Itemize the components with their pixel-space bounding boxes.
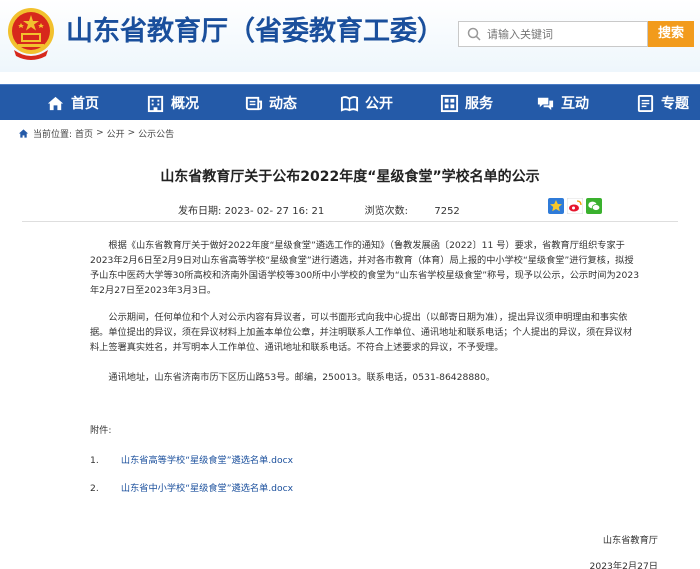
home-icon bbox=[47, 96, 64, 110]
site-title[interactable]: 山东省教育厅（省委教育工委） bbox=[66, 14, 444, 50]
breadcrumb-sep: > bbox=[127, 128, 136, 138]
chat-icon bbox=[537, 97, 554, 110]
wechat-share-icon[interactable] bbox=[586, 198, 602, 214]
paragraph-2: 公示期间，任何单位和个人对公示内容有异议者，可以书面形式向我中心提出（以邮寄日期… bbox=[90, 312, 633, 353]
search-input[interactable] bbox=[487, 22, 645, 46]
nav-label: 动态 bbox=[269, 96, 297, 112]
national-emblem-icon bbox=[8, 8, 54, 60]
book-icon bbox=[340, 95, 359, 112]
publish-label: 发布日期: bbox=[178, 206, 222, 217]
news-icon bbox=[245, 96, 263, 110]
attachment-link[interactable]: 山东省高等学校“星级食堂”遴选名单.docx bbox=[121, 455, 293, 466]
nav-item-overview[interactable]: 概况 bbox=[146, 85, 199, 121]
views-count: 7252 bbox=[434, 206, 460, 217]
views-label: 浏览次数: bbox=[364, 206, 408, 217]
nav-item-interact[interactable]: 互动 bbox=[536, 85, 589, 121]
breadcrumb-prefix: 当前位置: bbox=[33, 129, 73, 140]
attachment-item[interactable]: 1. 山东省高等学校“星级食堂”遴选名单.docx bbox=[90, 452, 293, 466]
breadcrumb-sep: > bbox=[96, 128, 104, 138]
article-meta: 发布日期: 2023- 02- 27 16: 21 浏览次数: 7252 bbox=[178, 202, 460, 217]
attachment-number: 1. bbox=[90, 455, 99, 466]
nav-item-news[interactable]: 动态 bbox=[244, 85, 297, 121]
grid-icon bbox=[440, 94, 459, 112]
nav-item-service[interactable]: 服务 bbox=[440, 85, 493, 121]
nav-label: 互动 bbox=[561, 96, 589, 112]
attachment-number: 2. bbox=[90, 483, 99, 494]
nav-label: 专题 bbox=[661, 96, 689, 112]
article-content: 山东省教育厅关于公布2022年度“星级食堂”学校名单的公示 发布日期: 2023… bbox=[10, 146, 690, 569]
breadcrumb-item-home[interactable]: 首页 bbox=[75, 127, 93, 140]
paragraph-3: 通讯地址，山东省济南市历下区历山路53号。邮编，250013。联系电话，0531… bbox=[108, 372, 496, 383]
main-nav: 首页 概况 动态 公开 服务 互动 专题 bbox=[0, 84, 700, 120]
breadcrumb-item-public[interactable]: 公开 bbox=[107, 127, 125, 140]
home-icon bbox=[18, 128, 29, 138]
weibo-share-icon[interactable] bbox=[567, 198, 583, 214]
attachment-item[interactable]: 2. 山东省中小学校“星级食堂”遴选名单.docx bbox=[90, 480, 293, 494]
nav-label: 概况 bbox=[171, 96, 199, 112]
nav-item-topic[interactable]: 专题 bbox=[636, 85, 689, 121]
nav-label: 服务 bbox=[465, 96, 493, 112]
share-bar bbox=[548, 198, 605, 214]
search-box[interactable] bbox=[458, 21, 648, 47]
site-header: 山东省教育厅（省委教育工委） 搜索 bbox=[0, 0, 700, 72]
article-title: 山东省教育厅关于公布2022年度“星级食堂”学校名单的公示 bbox=[160, 169, 540, 185]
nav-label: 公开 bbox=[365, 96, 393, 112]
nav-label: 首页 bbox=[71, 96, 99, 112]
sign-date: 2023年2月27日 bbox=[589, 561, 658, 569]
publish-date: 2023- 02- 27 16: 21 bbox=[224, 206, 325, 217]
signature: 山东省教育厅 bbox=[602, 535, 658, 546]
breadcrumb: 当前位置: 首页 > 公开 > 公示公告 bbox=[18, 126, 177, 140]
breadcrumb-item-notice[interactable]: 公示公告 bbox=[138, 127, 174, 140]
topic-icon bbox=[637, 94, 654, 112]
meta-divider bbox=[22, 221, 678, 222]
qzone-share-icon[interactable] bbox=[548, 198, 564, 214]
attachment-link[interactable]: 山东省中小学校“星级食堂”遴选名单.docx bbox=[121, 483, 293, 494]
paragraph-1: 根据《山东省教育厅关于做好2022年度“星级食堂”遴选工作的通知》（鲁教发展函〔… bbox=[90, 240, 640, 296]
search-button[interactable]: 搜索 bbox=[648, 21, 694, 47]
building-icon bbox=[147, 95, 164, 112]
nav-item-home[interactable]: 首页 bbox=[46, 85, 99, 121]
nav-item-public[interactable]: 公开 bbox=[340, 85, 393, 121]
search-icon bbox=[467, 27, 481, 41]
attachments-label: 附件: bbox=[90, 425, 112, 436]
